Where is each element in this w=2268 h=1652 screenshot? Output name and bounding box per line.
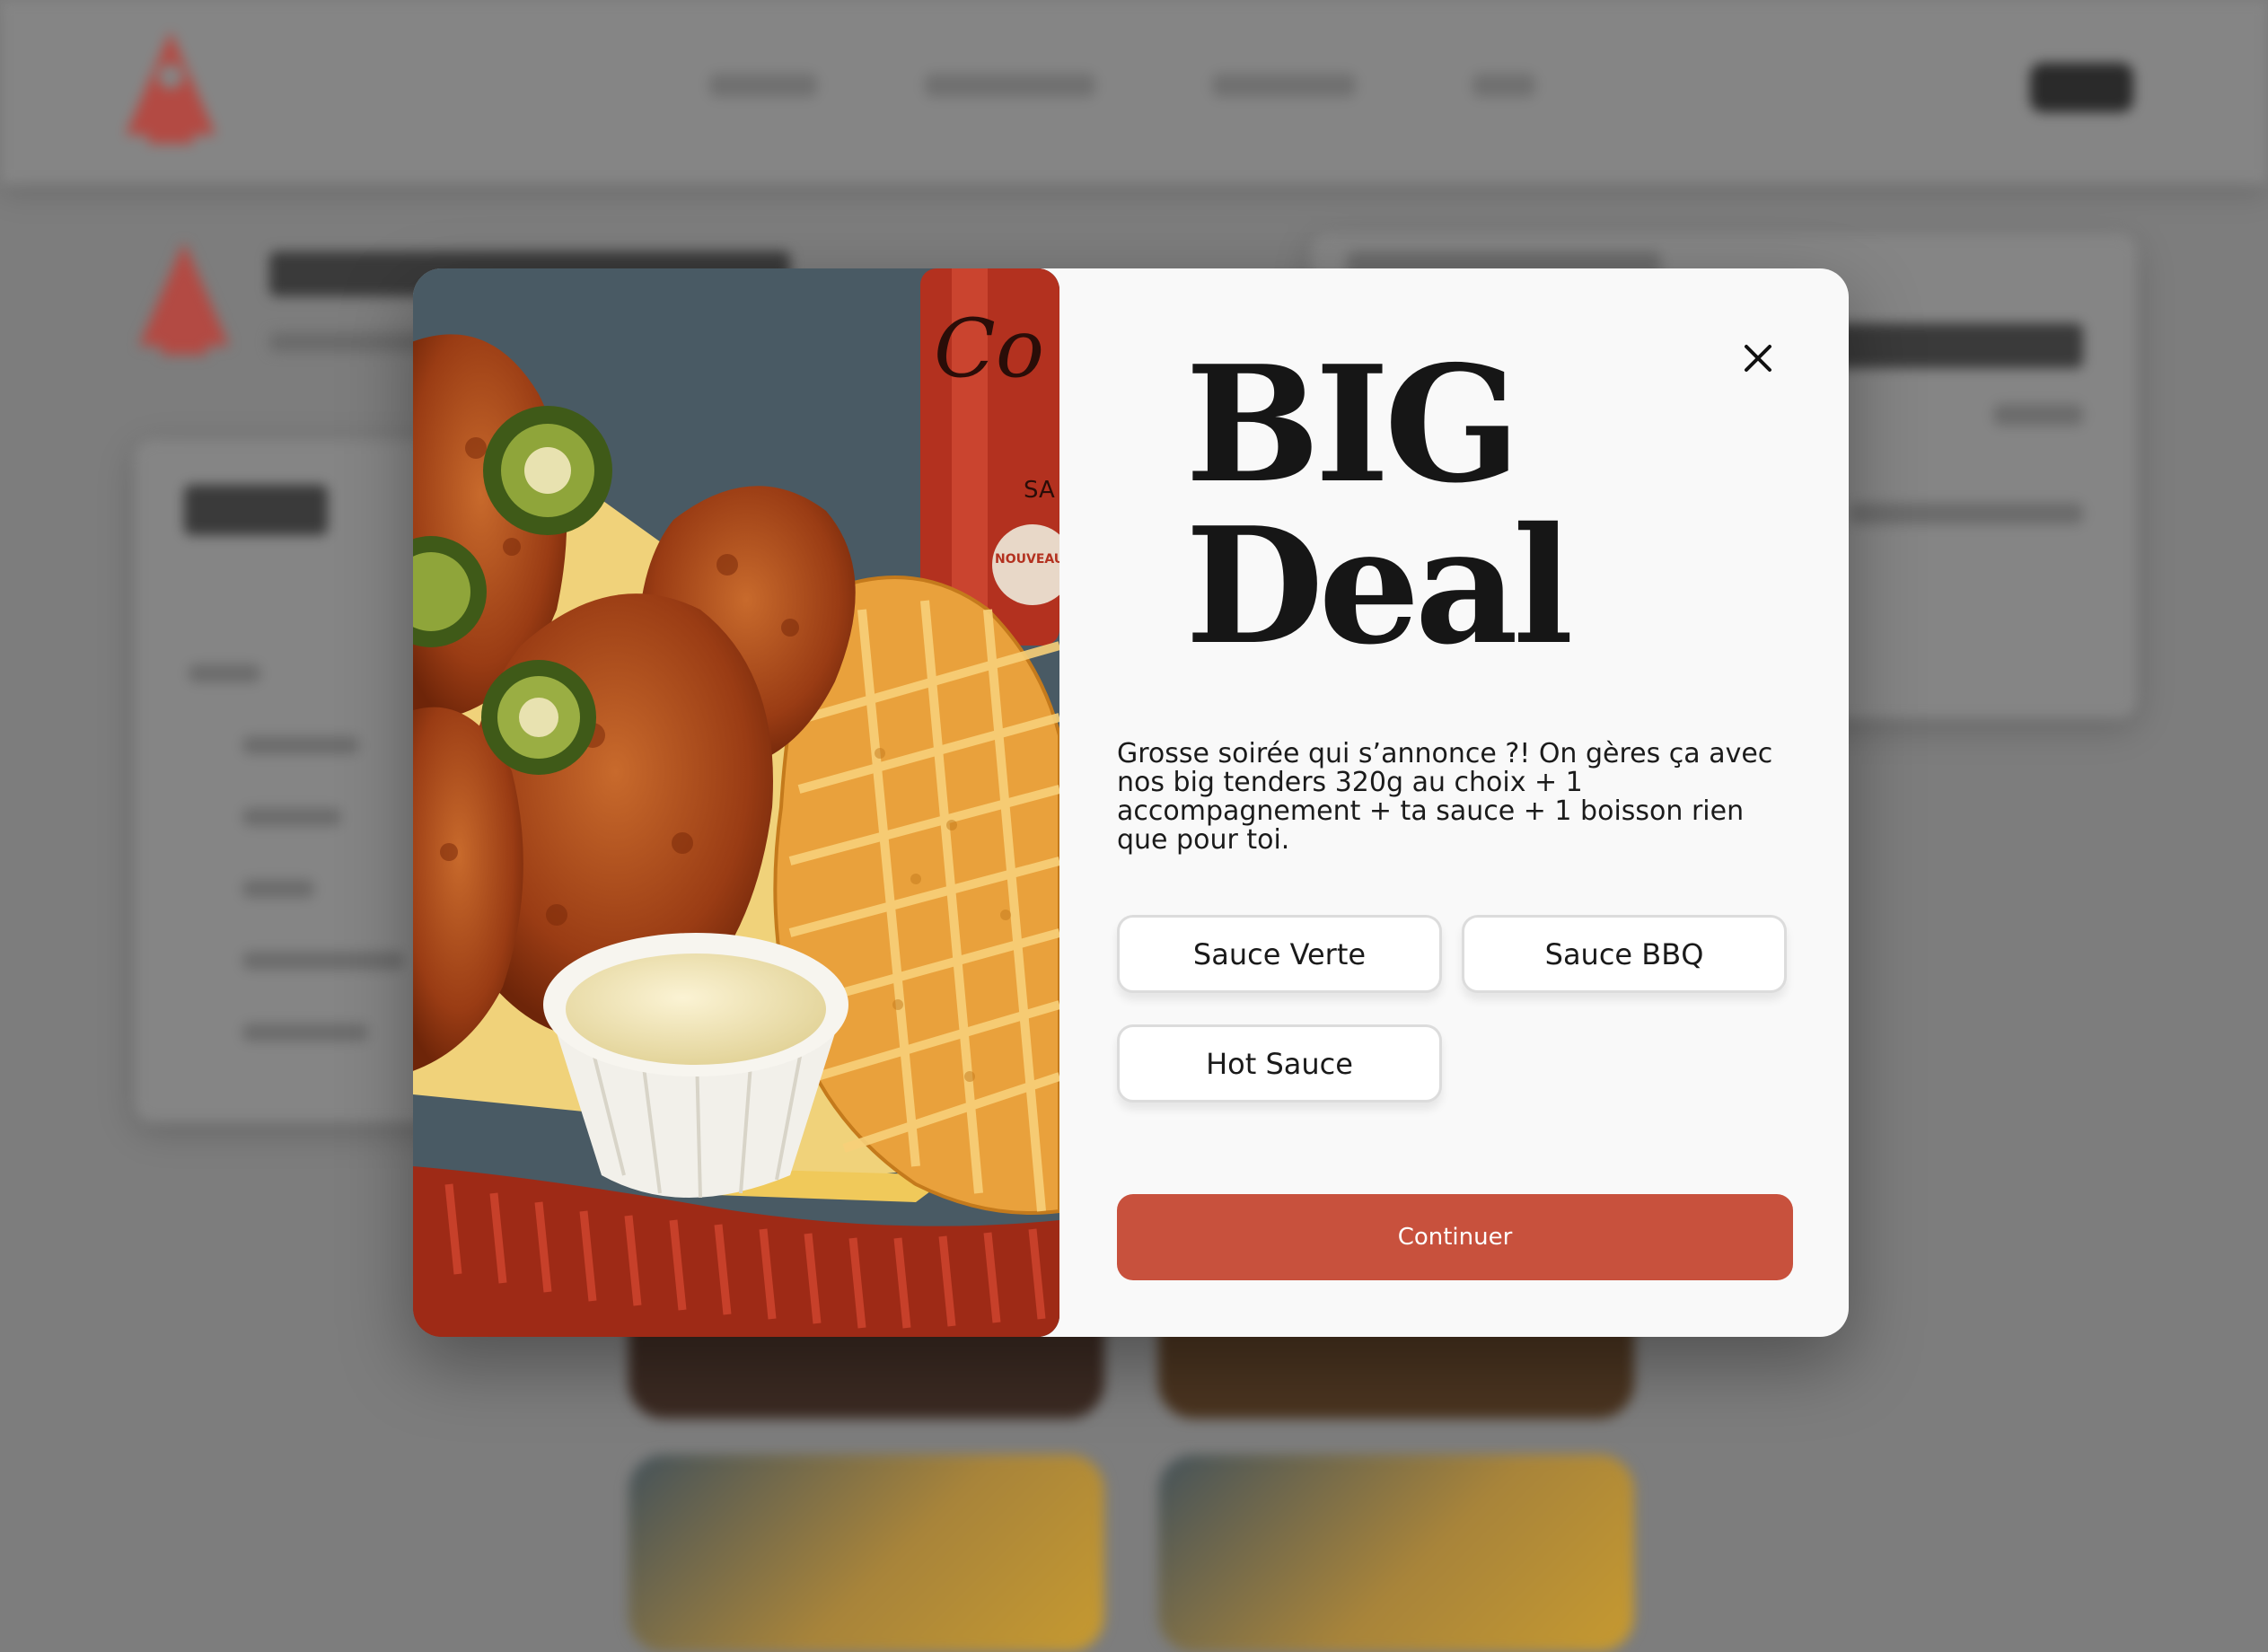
option-sauce-verte[interactable]: Sauce Verte xyxy=(1117,915,1442,993)
nav-link[interactable] xyxy=(1212,74,1356,97)
nav-link[interactable] xyxy=(1472,74,1535,97)
food-photo: Co SA NOUVEAU GOÛT xyxy=(413,268,1059,1337)
can-label: NOUVEAU GOÛT xyxy=(995,550,1059,567)
close-button[interactable] xyxy=(1731,331,1785,385)
option-hot-sauce[interactable]: Hot Sauce xyxy=(1117,1024,1442,1103)
deal-description: Grosse soirée qui s’annonce ?! On gères … xyxy=(1117,738,1773,856)
tenders-fries-illustration: Co SA NOUVEAU GOÛT xyxy=(413,268,1059,1337)
header-icons[interactable] xyxy=(2030,63,2133,112)
menu-item-card[interactable] xyxy=(1158,1454,1634,1652)
modal-title: BIG Deal xyxy=(1185,330,1574,680)
title-line-1: BIG xyxy=(1185,330,1521,518)
close-icon xyxy=(1745,345,1771,372)
site-header xyxy=(0,0,2268,184)
svg-text:SA: SA xyxy=(1024,477,1055,504)
svg-text:Co: Co xyxy=(934,302,1044,396)
title-line-2: Deal xyxy=(1185,492,1574,680)
brand-logo xyxy=(126,31,215,144)
nav-link[interactable] xyxy=(709,74,817,97)
continue-button[interactable]: Continuer xyxy=(1117,1194,1793,1280)
menu-item-card[interactable] xyxy=(629,1454,1104,1652)
option-sauce-bbq[interactable]: Sauce BBQ xyxy=(1462,915,1787,993)
big-deal-modal: Co SA NOUVEAU GOÛT xyxy=(413,268,1849,1337)
nav-link[interactable] xyxy=(925,74,1095,97)
